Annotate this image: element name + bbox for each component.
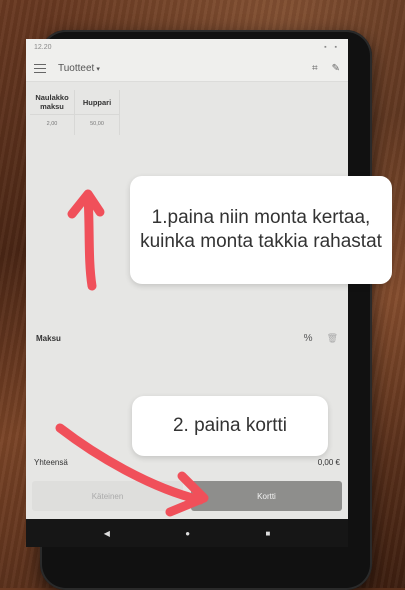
callout-step-1-text: 1.paina niin monta kertaa, kuinka monta …: [140, 207, 382, 252]
callout-step-2-text: 2. paina kortti: [172, 415, 288, 436]
callout-step-1: 1.paina niin monta kertaa, kuinka monta …: [130, 176, 392, 284]
up-arrow-shaft: [83, 191, 97, 291]
annotation-arrows: [55, 189, 209, 517]
callout-step-2: 2. paina kortti: [132, 396, 328, 456]
